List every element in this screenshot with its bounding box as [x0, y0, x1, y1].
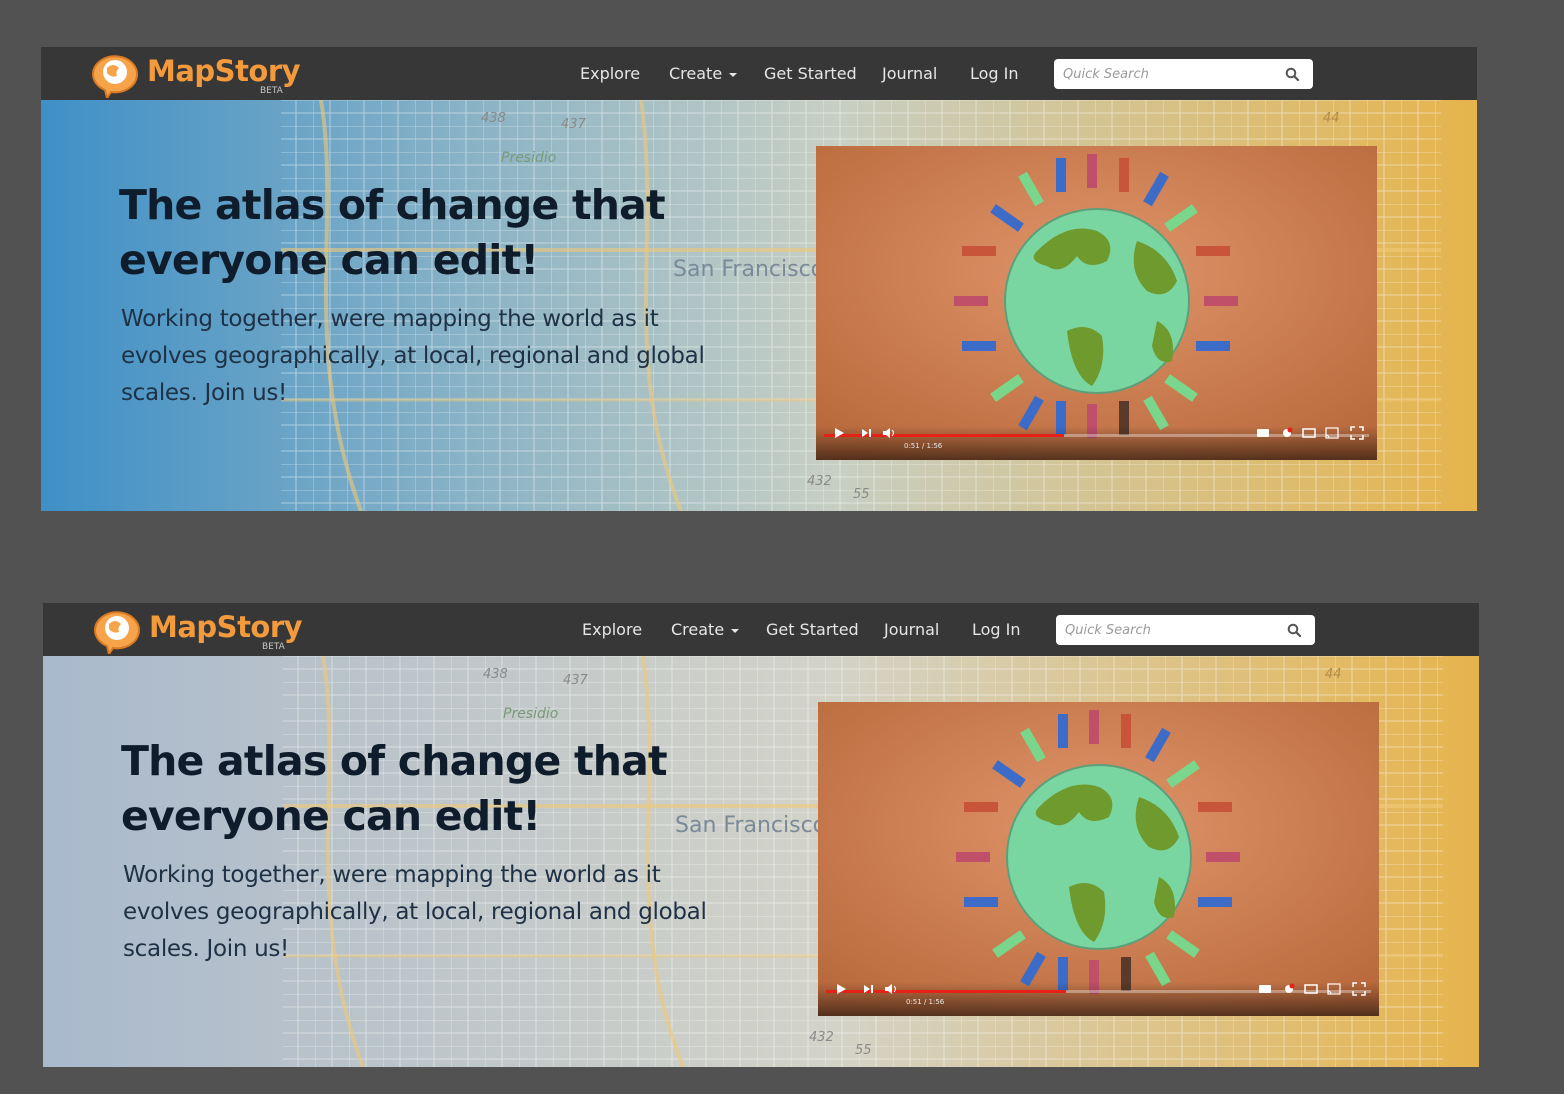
map-label-road: 432: [807, 474, 832, 489]
map-label-road: 437: [561, 117, 587, 132]
intro-video-player[interactable]: 0:51 / 1:56: [818, 702, 1379, 1016]
captions-icon[interactable]: [1258, 982, 1272, 996]
fullscreen-icon[interactable]: [1352, 982, 1366, 996]
cast-icon[interactable]: [1325, 426, 1339, 440]
caret-down-icon: [729, 72, 738, 77]
theater-mode-icon[interactable]: [1302, 426, 1316, 440]
map-label-road: 44: [1323, 111, 1340, 126]
hero-banner: 438 437 Presidio San Francisco 432 55 44…: [43, 656, 1479, 1067]
volume-icon[interactable]: [882, 426, 896, 440]
nav-create-dropdown[interactable]: Create: [671, 620, 740, 642]
nav-explore[interactable]: Explore: [580, 64, 640, 86]
video-thumbnail-globe-people: [816, 146, 1377, 460]
nav-get-started[interactable]: Get Started: [766, 620, 859, 642]
nav-journal[interactable]: Journal: [884, 620, 939, 642]
next-icon[interactable]: [862, 982, 874, 996]
homepage-panel-2: MapStory BETA Explore Create Get Started…: [43, 603, 1479, 1067]
intro-video-player[interactable]: 0:51 / 1:56: [816, 146, 1377, 460]
nav-explore[interactable]: Explore: [582, 620, 642, 642]
nav-log-in[interactable]: Log In: [972, 620, 1021, 642]
volume-icon[interactable]: [884, 982, 898, 996]
video-controls: 0:51 / 1:56: [818, 982, 1379, 1016]
quick-search-box: [1054, 59, 1313, 89]
theater-mode-icon[interactable]: [1304, 982, 1318, 996]
brand-name: MapStory: [149, 610, 303, 644]
hero-lead-text: Working together, were mapping the world…: [123, 862, 707, 962]
map-label-presidio: Presidio: [501, 150, 556, 166]
video-controls: 0:51 / 1:56: [816, 426, 1377, 460]
map-label-city: San Francisco: [675, 813, 826, 838]
top-navbar: MapStory BETA Explore Create Get Started…: [43, 603, 1479, 657]
nav-journal[interactable]: Journal: [882, 64, 937, 86]
video-time: 0:51 / 1:56: [906, 998, 945, 1006]
nav-create-label: Create: [671, 620, 725, 639]
cast-icon[interactable]: [1327, 982, 1341, 996]
nav-create-dropdown[interactable]: Create: [669, 64, 738, 86]
map-label-road: 432: [809, 1030, 834, 1045]
homepage-panel-1: MapStory BETA Explore Create Get Started…: [41, 47, 1477, 511]
quick-search-input[interactable]: [1054, 59, 1269, 89]
play-icon[interactable]: [833, 426, 845, 440]
hero-heading: The atlas of change that everyone can ed…: [119, 181, 666, 284]
top-navbar: MapStory BETA Explore Create Get Started…: [41, 47, 1477, 101]
hero-lead-text: Working together, were mapping the world…: [121, 306, 705, 406]
settings-gear-icon[interactable]: [1280, 426, 1294, 440]
brand-name: MapStory: [147, 54, 301, 88]
mapstory-logo[interactable]: MapStory BETA: [89, 606, 319, 657]
globe-speech-bubble-icon: [93, 611, 140, 657]
map-label-road: 438: [483, 667, 508, 682]
search-icon[interactable]: [1287, 623, 1301, 637]
video-thumbnail-globe-people: [818, 702, 1379, 1016]
mapstory-logo[interactable]: MapStory BETA: [87, 50, 317, 101]
map-label-road: 55: [853, 487, 870, 502]
caret-down-icon: [731, 628, 740, 633]
quick-search-input[interactable]: [1056, 615, 1271, 645]
brand-beta-tag: BETA: [262, 642, 285, 652]
nav-get-started[interactable]: Get Started: [764, 64, 857, 86]
nav-create-label: Create: [669, 64, 723, 83]
map-label-presidio: Presidio: [503, 706, 558, 722]
quick-search-box: [1056, 615, 1315, 645]
nav-log-in[interactable]: Log In: [970, 64, 1019, 86]
search-icon[interactable]: [1285, 67, 1299, 81]
map-label-road: 44: [1325, 667, 1342, 682]
globe-speech-bubble-icon: [91, 55, 138, 101]
map-label-road: 438: [481, 111, 506, 126]
brand-beta-tag: BETA: [260, 86, 283, 96]
map-label-road: 437: [563, 673, 589, 688]
play-icon[interactable]: [835, 982, 847, 996]
hero-banner: 438 437 Presidio San Francisco 432 55 44…: [41, 100, 1477, 511]
map-label-road: 55: [855, 1043, 872, 1058]
settings-gear-icon[interactable]: [1282, 982, 1296, 996]
fullscreen-icon[interactable]: [1350, 426, 1364, 440]
map-label-city: San Francisco: [673, 257, 824, 282]
hero-heading: The atlas of change that everyone can ed…: [121, 737, 668, 840]
video-time: 0:51 / 1:56: [904, 442, 943, 450]
captions-icon[interactable]: [1256, 426, 1270, 440]
next-icon[interactable]: [860, 426, 872, 440]
